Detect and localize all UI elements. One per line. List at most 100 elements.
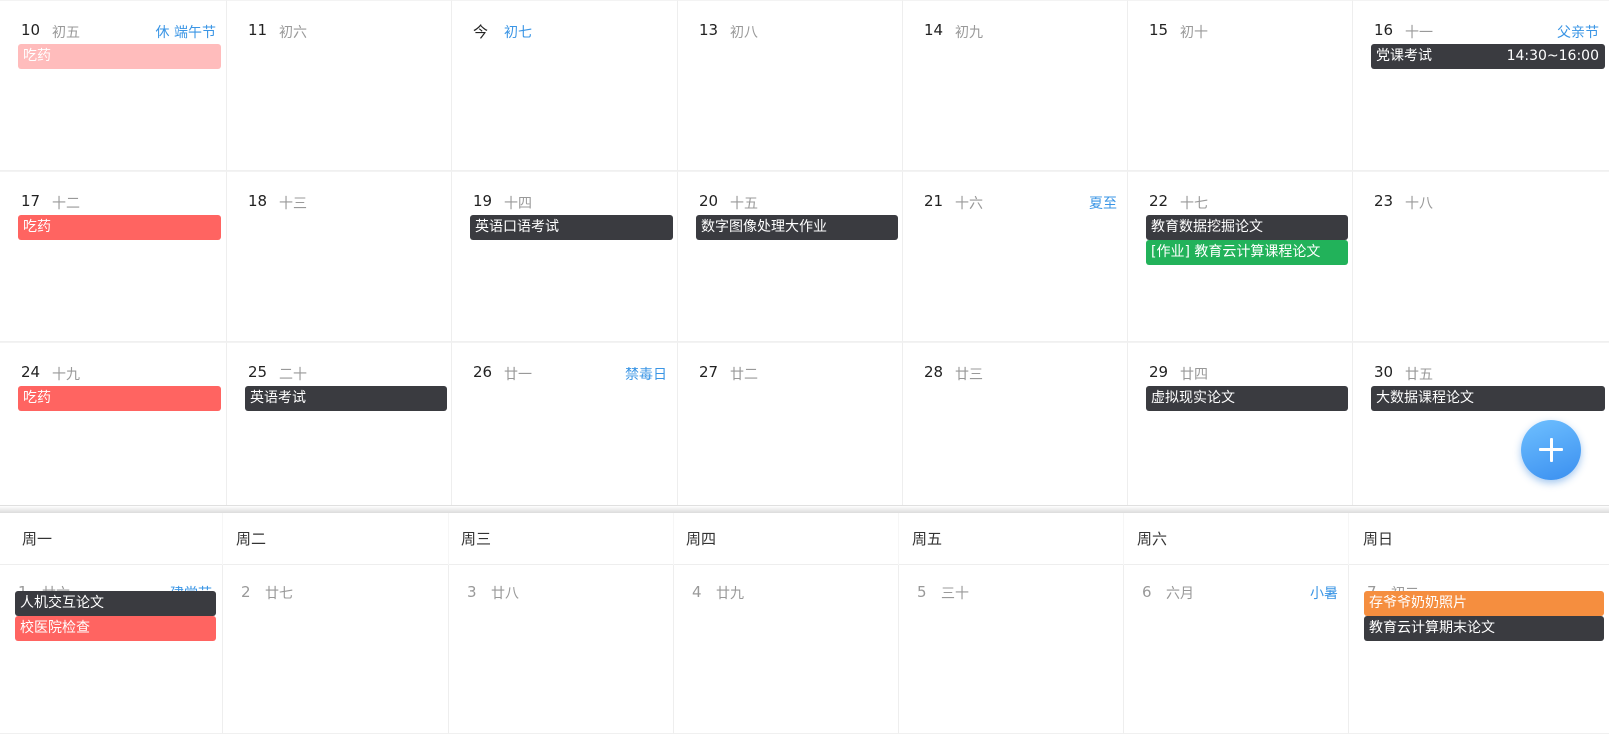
day-number: 13 <box>699 21 719 39</box>
event-title: 大数据课程论文 <box>1376 390 1474 406</box>
day-header: 5 三十 <box>899 565 1123 607</box>
day-cell[interactable]: 22 十七 教育数据挖掘论文 [作业] 教育云计算课程论文 <box>1127 171 1352 342</box>
lunar-date: 十五 <box>730 196 758 212</box>
day-cell[interactable]: 11 初六 <box>226 0 451 171</box>
next-month-grid: 1廿六建党节人机交互论文校医院检查2廿七3廿八4廿九5三十6六月小暑7初二存爷爷… <box>0 565 1609 734</box>
weekday-label: 周四 <box>686 530 717 548</box>
day-header: 13 初八 <box>678 1 902 43</box>
day-header: 23 十八 <box>1353 172 1609 214</box>
event-chip[interactable]: 虚拟现实论文 <box>1146 386 1348 411</box>
lunar-date: 初六 <box>279 25 307 41</box>
day-number: 11 <box>248 21 268 39</box>
day-header: 6 六月 小暑 <box>1124 565 1348 607</box>
day-cell[interactable]: 17 十二 吃药 <box>0 171 226 342</box>
event-chip[interactable]: 吃药 <box>18 44 221 69</box>
event-chip[interactable]: 存爷爷奶奶照片 <box>1364 591 1604 616</box>
day-header: 14 初九 <box>903 1 1127 43</box>
day-number: 28 <box>924 363 944 381</box>
day-cell[interactable]: 1廿六建党节人机交互论文校医院检查 <box>0 565 222 734</box>
day-cell[interactable]: 13 初八 <box>677 0 902 171</box>
day-header: 16 十一 父亲节 <box>1353 1 1609 43</box>
day-cell[interactable]: 16 十一 父亲节 党课考试 14:30~16:00 <box>1352 0 1609 171</box>
week-row: 17 十二 吃药 18 十三 19 十四 英语口语考试 20 十五 数字图像处理大作业 21 十六 夏至 2… <box>0 171 1609 342</box>
week-row: 24 十九 吃药 25 二十 英语考试 26 廿一 禁毒日 27 廿二 28 廿三 29 廿四 虚拟现实论文 3… <box>0 342 1609 509</box>
event-title: 教育云计算期末论文 <box>1369 620 1495 636</box>
lunar-date: 十一 <box>1405 25 1433 41</box>
event-chip[interactable]: 数字图像处理大作业 <box>696 215 898 240</box>
day-cell[interactable]: 14 初九 <box>902 0 1127 171</box>
event-title: 党课考试 <box>1376 48 1432 64</box>
lunar-date: 廿一 <box>504 367 532 383</box>
day-cell[interactable]: 4 廿九 <box>673 565 898 734</box>
day-cell[interactable]: 19 十四英语口语考试 <box>451 171 677 342</box>
day-header: 今初七 <box>452 1 677 43</box>
day-cell[interactable]: 29 廿四 虚拟现实论文 <box>1127 342 1352 509</box>
weekday-label: 周六 <box>1137 530 1168 548</box>
day-number: 2 <box>241 583 251 601</box>
event-chip[interactable]: 大数据课程论文 <box>1371 386 1605 411</box>
festival-label: 夏至 <box>1089 196 1117 212</box>
week-row: 10 初五 休 端午节 吃药 11 初六 今初七 13 初八 14 初九 15 初十 16 十一 父亲节 党课考… <box>0 0 1609 171</box>
event-chip[interactable]: 吃药 <box>18 215 221 240</box>
day-header: 22 十七 <box>1128 172 1352 214</box>
day-cell[interactable]: 3 廿八 <box>448 565 673 734</box>
lunar-date: 十八 <box>1405 196 1433 212</box>
event-title: [作业] 教育云计算课程论文 <box>1151 244 1321 260</box>
day-header: 3 廿八 <box>449 565 673 607</box>
day-header: 10 初五 休 端午节 <box>0 1 226 43</box>
event-title: 数字图像处理大作业 <box>701 219 827 235</box>
day-number: 14 <box>924 21 944 39</box>
day-cell[interactable]: 26 廿一 禁毒日 <box>451 342 677 509</box>
day-number: 19 <box>473 192 493 210</box>
day-cell[interactable]: 20 十五 数字图像处理大作业 <box>677 171 902 342</box>
add-event-button[interactable] <box>1521 420 1581 480</box>
festival-label: 休 端午节 <box>155 25 216 41</box>
event-chip[interactable]: [作业] 教育云计算课程论文 <box>1146 240 1348 265</box>
event-chip[interactable]: 党课考试 14:30~16:00 <box>1371 44 1605 69</box>
day-header: 25 二十 <box>227 343 451 385</box>
day-cell[interactable]: 23 十八 <box>1352 171 1609 342</box>
event-chip[interactable]: 英语考试 <box>245 386 447 411</box>
day-header: 15 初十 <box>1128 1 1352 43</box>
event-chip[interactable]: 人机交互论文 <box>15 591 216 616</box>
lunar-date: 十四 <box>504 196 532 212</box>
day-number: 5 <box>917 583 927 601</box>
event-chip[interactable]: 英语口语考试 <box>470 215 673 240</box>
day-cell[interactable]: 6 六月 小暑 <box>1123 565 1348 734</box>
weekday-label: 周一 <box>22 530 53 548</box>
day-cell[interactable]: 21 十六 夏至 <box>902 171 1127 342</box>
column-divider <box>898 513 899 565</box>
event-chip[interactable]: 教育数据挖掘论文 <box>1146 215 1348 240</box>
lunar-date: 廿四 <box>1180 367 1208 383</box>
day-cell[interactable]: 7初二存爷爷奶奶照片教育云计算期末论文 <box>1348 565 1609 734</box>
day-cell[interactable]: 2 廿七 <box>222 565 448 734</box>
event-title: 人机交互论文 <box>20 595 104 611</box>
day-cell[interactable]: 15 初十 <box>1127 0 1352 171</box>
event-chip[interactable]: 校医院检查 <box>15 616 216 641</box>
day-header: 28 廿三 <box>903 343 1127 385</box>
day-cell[interactable]: 18 十三 <box>226 171 451 342</box>
event-chip[interactable]: 教育云计算期末论文 <box>1364 616 1604 641</box>
event-chip[interactable]: 吃药 <box>18 386 221 411</box>
day-number: 17 <box>21 192 41 210</box>
weekday-label: 周五 <box>912 530 943 548</box>
day-cell[interactable]: 27 廿二 <box>677 342 902 509</box>
day-cell[interactable]: 24 十九 吃药 <box>0 342 226 509</box>
festival-label: 父亲节 <box>1557 25 1599 41</box>
day-header: 24 十九 <box>0 343 226 385</box>
festival-label: 禁毒日 <box>625 367 667 383</box>
event-title: 存爷爷奶奶照片 <box>1369 595 1467 611</box>
day-cell[interactable]: 28 廿三 <box>902 342 1127 509</box>
day-cell[interactable]: 10 初五 休 端午节吃药 <box>0 0 226 171</box>
lunar-date: 初八 <box>730 25 758 41</box>
day-cell[interactable]: 5 三十 <box>898 565 1123 734</box>
event-title: 吃药 <box>23 48 51 64</box>
column-divider <box>673 513 674 565</box>
day-cell[interactable]: 30 廿五 大数据课程论文 <box>1352 342 1609 509</box>
day-cell[interactable]: 25 二十 英语考试 <box>226 342 451 509</box>
day-cell[interactable]: 今初七 <box>451 0 677 171</box>
day-header: 2 廿七 <box>223 565 448 607</box>
weekday-label: 周三 <box>461 530 492 548</box>
column-divider <box>1123 513 1124 565</box>
day-number: 3 <box>467 583 477 601</box>
